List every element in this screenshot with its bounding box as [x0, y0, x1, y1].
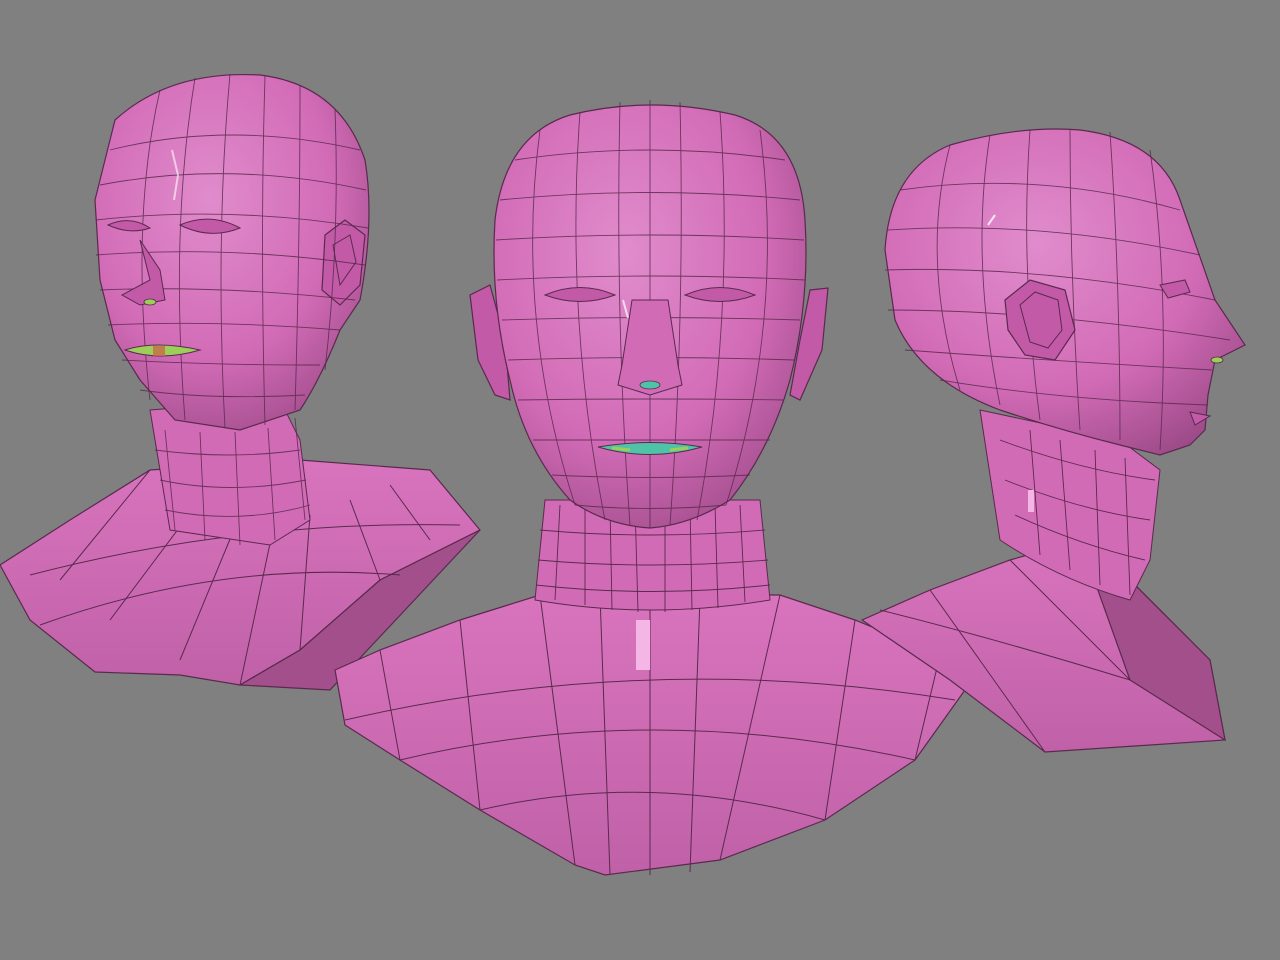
head-model-three-quarter[interactable] — [0, 73, 481, 691]
scene-canvas — [0, 73, 1246, 876]
viewport — [0, 0, 1280, 960]
neck-highlight — [636, 620, 650, 670]
head-model-profile[interactable] — [860, 128, 1246, 753]
nostril — [1210, 356, 1224, 364]
